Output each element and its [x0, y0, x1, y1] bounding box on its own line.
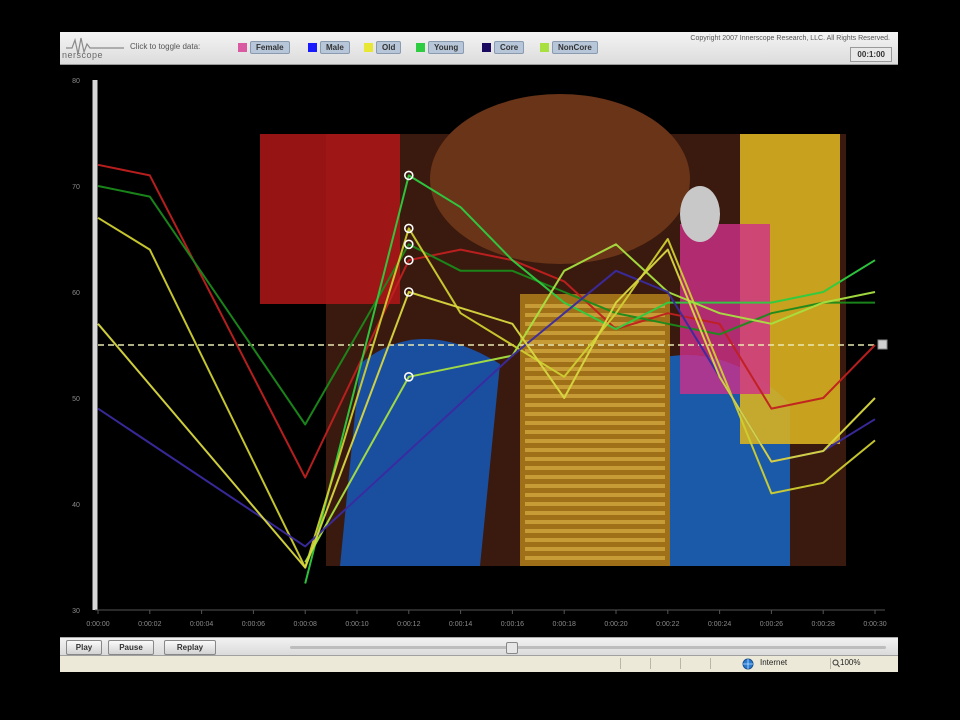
seek-track[interactable] [290, 646, 886, 649]
neck-ring [525, 439, 665, 443]
engagement-chart: 0:00:00 0:00:02 0:00:04 0:00:06 0:00:08 0:00:… [72, 78, 888, 628]
old-swatch [364, 42, 373, 52]
neck-ring [525, 538, 665, 542]
status-divider [620, 658, 621, 669]
female-swatch [238, 42, 247, 52]
x-tick-label: 0:00:02 [138, 621, 161, 628]
status-divider [650, 658, 651, 669]
neck-ring [525, 466, 665, 470]
seek-thumb[interactable] [506, 642, 518, 654]
x-tick-label: 0:00:06 [242, 621, 265, 628]
neck-ring [525, 502, 665, 506]
playback-controls: Play Pause Replay [60, 637, 898, 656]
male-swatch [308, 42, 317, 52]
x-tick-label: 0:00:30 [863, 621, 886, 628]
y-tick-label: 60 [72, 290, 80, 297]
neck-ring [525, 412, 665, 416]
noncore-swatch [540, 42, 549, 52]
x-tick-labels: 0:00:00 0:00:02 0:00:04 0:00:06 0:00:08 0:00:… [86, 610, 887, 628]
young-swatch [416, 42, 425, 52]
neck-ring [525, 394, 665, 398]
neck-ring [525, 358, 665, 362]
video-face [430, 94, 690, 264]
x-tick-label: 0:00:08 [294, 621, 317, 628]
neck-ring [525, 322, 665, 326]
toggle-young[interactable]: Young [416, 40, 465, 54]
y-tick-label: 80 [72, 78, 80, 85]
x-tick-label: 0:00:10 [345, 621, 368, 628]
toggle-label: Click to toggle data: [130, 42, 201, 51]
toggle-core-button[interactable]: Core [494, 40, 525, 54]
toggle-noncore-button[interactable]: NonCore [552, 40, 598, 54]
x-tick-label: 0:00:26 [760, 621, 783, 628]
toggle-old-button[interactable]: Old [376, 40, 402, 54]
y-tick-label: 30 [72, 608, 80, 615]
x-tick-label: 0:00:14 [449, 621, 472, 628]
video-earring [680, 186, 720, 242]
reference-handle[interactable] [877, 339, 888, 350]
x-tick-label: 0:00:20 [604, 621, 627, 628]
neck-ring [525, 511, 665, 515]
x-tick-label: 0:00:18 [553, 621, 576, 628]
neck-ring [525, 520, 665, 524]
video-pink-fabric [680, 224, 770, 394]
logo-text: nerscope [62, 50, 104, 60]
x-tick-label: 0:00:16 [501, 621, 524, 628]
neck-ring [525, 376, 665, 380]
neck-ring [525, 556, 665, 560]
neck-ring [525, 529, 665, 533]
neck-ring [525, 448, 665, 452]
video-red-fabric [260, 134, 400, 304]
toggle-young-button[interactable]: Young [428, 40, 465, 54]
x-tick-label: 0:00:22 [656, 621, 679, 628]
time-display: 00:1:00 [850, 47, 892, 62]
toggle-core[interactable]: Core [482, 40, 525, 54]
status-divider [710, 658, 711, 669]
neck-ring [525, 547, 665, 551]
browser-status-bar: Internet 100% [60, 655, 898, 672]
y-tick-label: 70 [72, 184, 80, 191]
globe-icon [742, 658, 754, 670]
zoom-icon [832, 659, 840, 668]
core-swatch [482, 42, 491, 52]
x-tick-label: 0:00:24 [708, 621, 731, 628]
toggle-female-button[interactable]: Female [250, 40, 290, 54]
toggle-female[interactable]: Female [238, 40, 290, 54]
y-tick-label: 50 [72, 396, 80, 403]
y-tick-label: 40 [72, 502, 80, 509]
x-tick-label: 0:00:00 [86, 621, 109, 628]
pause-button[interactable]: Pause [108, 640, 154, 655]
neck-ring [525, 403, 665, 407]
neck-ring [525, 484, 665, 488]
copyright-text: Copyright 2007 Innerscope Research, LLC.… [690, 35, 890, 42]
top-toolbar: nerscope Click to toggle data: Female Ma… [60, 32, 898, 65]
toggle-male[interactable]: Male [308, 40, 350, 54]
zoom-level[interactable]: 100% [840, 658, 860, 667]
status-divider [830, 658, 831, 669]
x-tick-label: 0:00:12 [397, 621, 420, 628]
security-zone-label: Internet [760, 658, 788, 667]
toggle-old[interactable]: Old [364, 40, 402, 54]
neck-ring [525, 457, 665, 461]
play-button[interactable]: Play [66, 640, 102, 655]
neck-ring [525, 331, 665, 335]
neck-ring [525, 475, 665, 479]
status-divider [680, 658, 681, 669]
replay-button[interactable]: Replay [164, 640, 216, 655]
neck-ring [525, 493, 665, 497]
y-tick-labels: 30 40 50 60 70 80 [72, 78, 80, 615]
neck-ring [525, 385, 665, 389]
toggle-noncore[interactable]: NonCore [540, 40, 598, 54]
x-tick-label: 0:00:28 [812, 621, 835, 628]
neck-ring [525, 421, 665, 425]
x-tick-label: 0:00:04 [190, 621, 213, 628]
neck-ring [525, 349, 665, 353]
neck-ring [525, 430, 665, 434]
toggle-male-button[interactable]: Male [320, 40, 350, 54]
